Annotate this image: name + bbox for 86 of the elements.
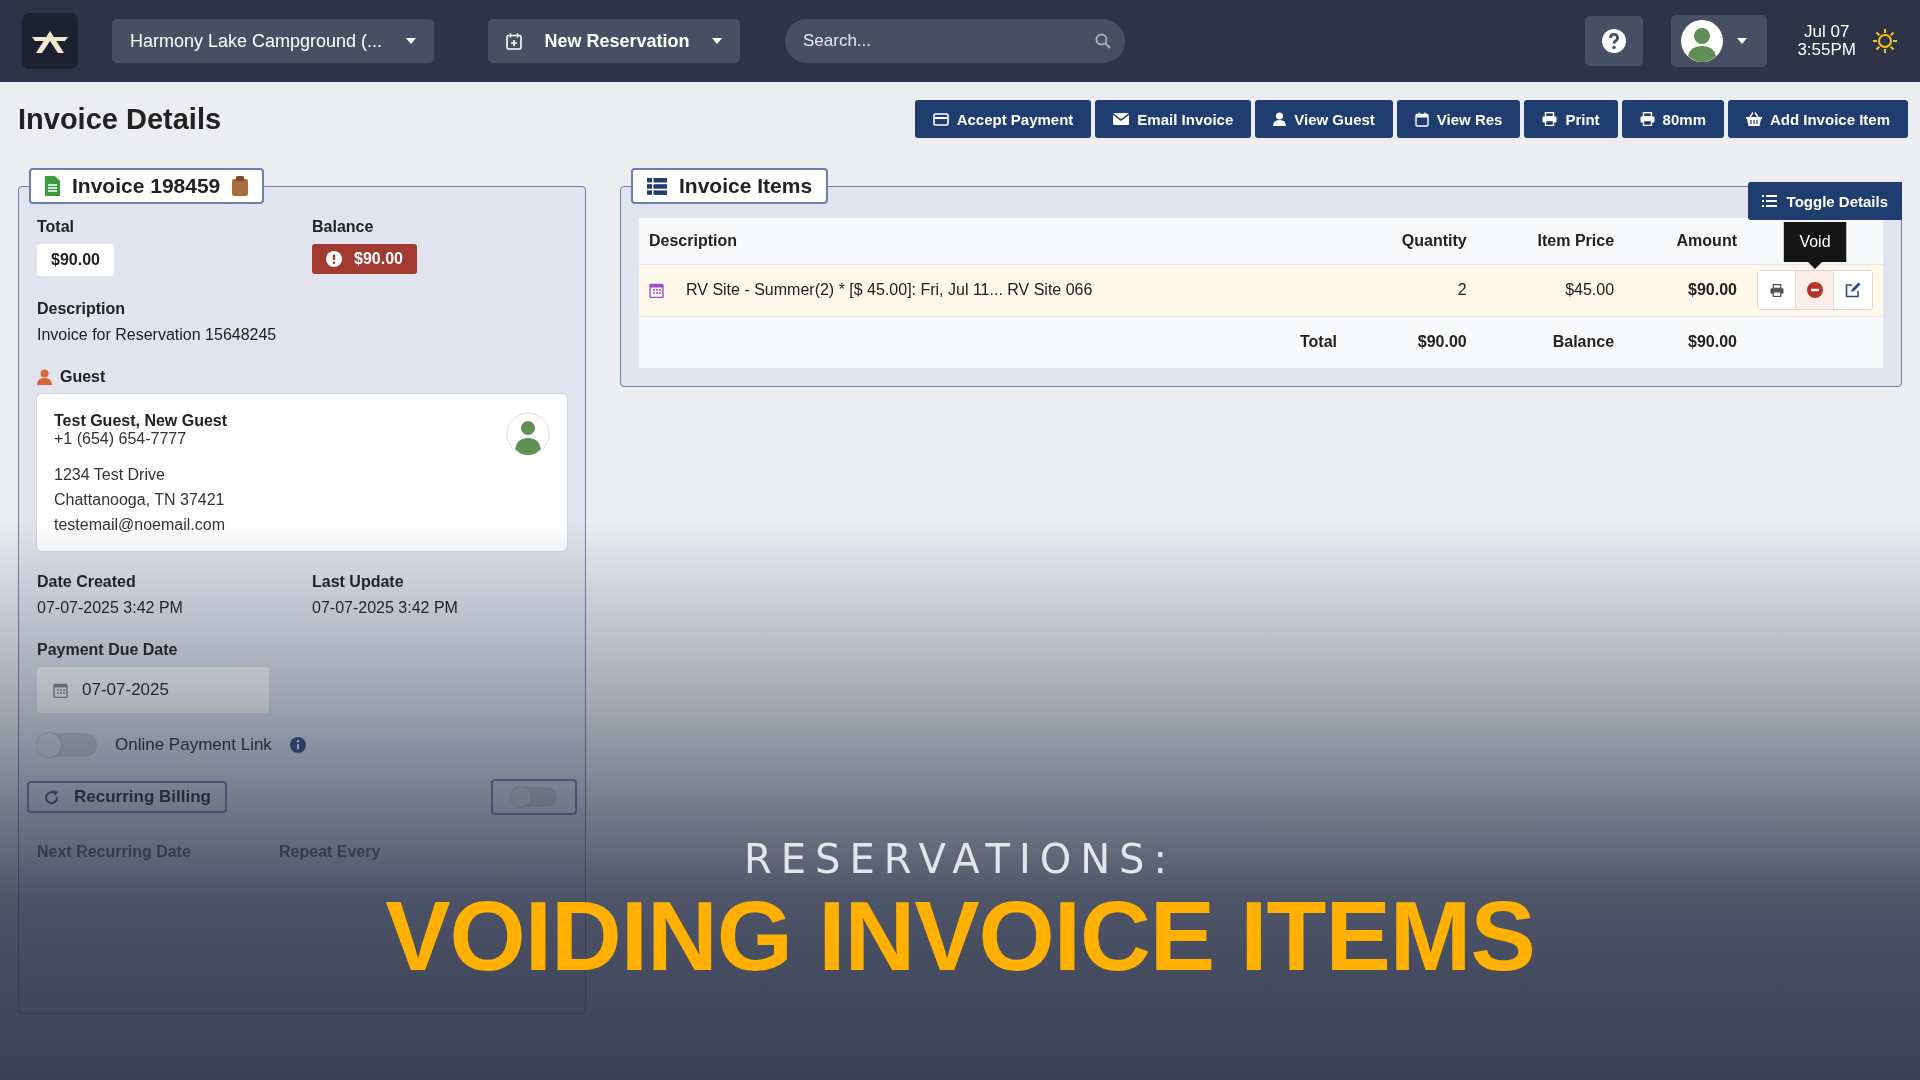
- banner-kicker: RESERVATIONS:: [744, 836, 1176, 882]
- table-cell: $90.00: [1347, 316, 1477, 368]
- toggle-details-button[interactable]: Toggle Details: [1747, 182, 1902, 220]
- caret-icon: [1737, 38, 1748, 44]
- total-amount: $90.00: [37, 244, 114, 276]
- search-field[interactable]: Search...: [785, 19, 1125, 63]
- calendar-plus-icon: [506, 32, 522, 50]
- column-header: Item Price: [1476, 218, 1625, 264]
- user-menu-button[interactable]: [1671, 15, 1768, 67]
- field-label: Date Created: [37, 573, 137, 591]
- calendar-icon: [1414, 111, 1429, 127]
- date-text: 07-07-2025 3:42 PM: [312, 599, 459, 617]
- edit-icon: [1845, 282, 1861, 298]
- column-header: Amount: [1624, 218, 1747, 264]
- alert-icon: [326, 251, 342, 267]
- person-icon: [37, 369, 52, 385]
- field-label: Total: [37, 218, 76, 236]
- calendar-icon: [649, 282, 664, 298]
- minus-circle-icon: [1806, 282, 1823, 298]
- table-cell: Balance: [1476, 316, 1625, 368]
- item-description: RV Site - Summer(2) * [$ 45.00]: Fri, Jul 11... RV Site 066: [686, 281, 1093, 299]
- action-button[interactable]: Print: [1524, 100, 1618, 138]
- avatar-icon: [506, 412, 550, 456]
- toggle-switch[interactable]: [511, 787, 557, 807]
- page-title: Invoice Details: [18, 102, 223, 136]
- table-cell: $90.00: [1624, 264, 1747, 316]
- guest-name: Test Guest, New Guest: [54, 412, 228, 430]
- date-text: 07-07-2025 3:42 PM: [37, 599, 184, 617]
- printer-icon: [1542, 112, 1558, 126]
- table-cell: $90.00: [1624, 316, 1747, 368]
- tooltip: Void: [1783, 222, 1847, 269]
- table-cell: 2: [1347, 264, 1477, 316]
- refresh-icon: [43, 788, 60, 806]
- toggle-label: Online Payment Link: [115, 735, 272, 755]
- field-label: Description: [37, 300, 126, 318]
- date-text: Jul 07: [1803, 23, 1851, 41]
- field-label: Guest: [60, 368, 106, 386]
- person-icon: [1273, 112, 1287, 126]
- list-icon: [647, 177, 667, 195]
- printer-icon: [1769, 283, 1784, 297]
- time-text: 3:55PM: [1797, 41, 1856, 59]
- guest-email: testemail@noemail.com: [54, 515, 226, 535]
- column-header: Quantity: [1347, 218, 1477, 264]
- balance-badge: $90.00: [312, 244, 417, 274]
- action-button[interactable]: View Res: [1396, 100, 1521, 138]
- address-line: Chattanooga, TN 37421: [54, 490, 226, 510]
- field-label: Last Update: [312, 573, 405, 591]
- info-icon[interactable]: [289, 737, 306, 753]
- field-label: Balance: [312, 218, 375, 236]
- action-button[interactable]: 80mm: [1621, 100, 1724, 138]
- basket-icon: [1745, 112, 1762, 126]
- void-button[interactable]: [1796, 271, 1834, 309]
- new-reservation-button[interactable]: New Reservation: [488, 19, 740, 63]
- caret-icon: [406, 38, 416, 44]
- list-icon: [1761, 195, 1777, 207]
- banner-title: VOIDING INVOICE ITEMS: [385, 886, 1535, 986]
- column-header: Description: [639, 218, 1347, 264]
- description-text: Invoice for Reservation 15648245: [37, 326, 278, 344]
- clipboard-icon[interactable]: [232, 176, 249, 196]
- action-button[interactable]: Email Invoice: [1095, 100, 1252, 138]
- action-button[interactable]: View Guest: [1255, 100, 1393, 138]
- document-icon: [45, 176, 60, 196]
- toggle-switch[interactable]: [37, 733, 97, 757]
- credit-card-icon: [932, 112, 949, 126]
- section-title: Recurring Billing: [27, 781, 227, 813]
- field-label: Payment Due Date: [37, 641, 179, 659]
- table-cell: Total: [639, 316, 1347, 368]
- campground-dropdown[interactable]: Harmony Lake Campground (...: [112, 19, 434, 63]
- caret-icon: [712, 38, 722, 44]
- invoice-title: Invoice 198459: [29, 168, 265, 204]
- date-field[interactable]: 07-07-2025: [37, 667, 269, 713]
- calendar-icon: [53, 682, 68, 698]
- avatar-icon: [1681, 20, 1724, 62]
- action-button[interactable]: Add Invoice Item: [1727, 100, 1908, 138]
- sun-icon[interactable]: [1872, 28, 1898, 54]
- help-button[interactable]: [1585, 16, 1644, 66]
- guest-phone: +1 (654) 654-7777: [54, 430, 188, 448]
- printer-icon: [1639, 112, 1655, 126]
- envelope-icon: [1113, 113, 1130, 125]
- address-line: 1234 Test Drive: [54, 465, 166, 485]
- help-icon: [1601, 28, 1628, 54]
- search-icon: [1095, 33, 1111, 49]
- invoice-items-title: Invoice Items: [631, 168, 829, 204]
- table-cell: $45.00: [1476, 264, 1625, 316]
- action-button[interactable]: Accept Payment: [914, 100, 1092, 138]
- print-button[interactable]: [1758, 271, 1796, 309]
